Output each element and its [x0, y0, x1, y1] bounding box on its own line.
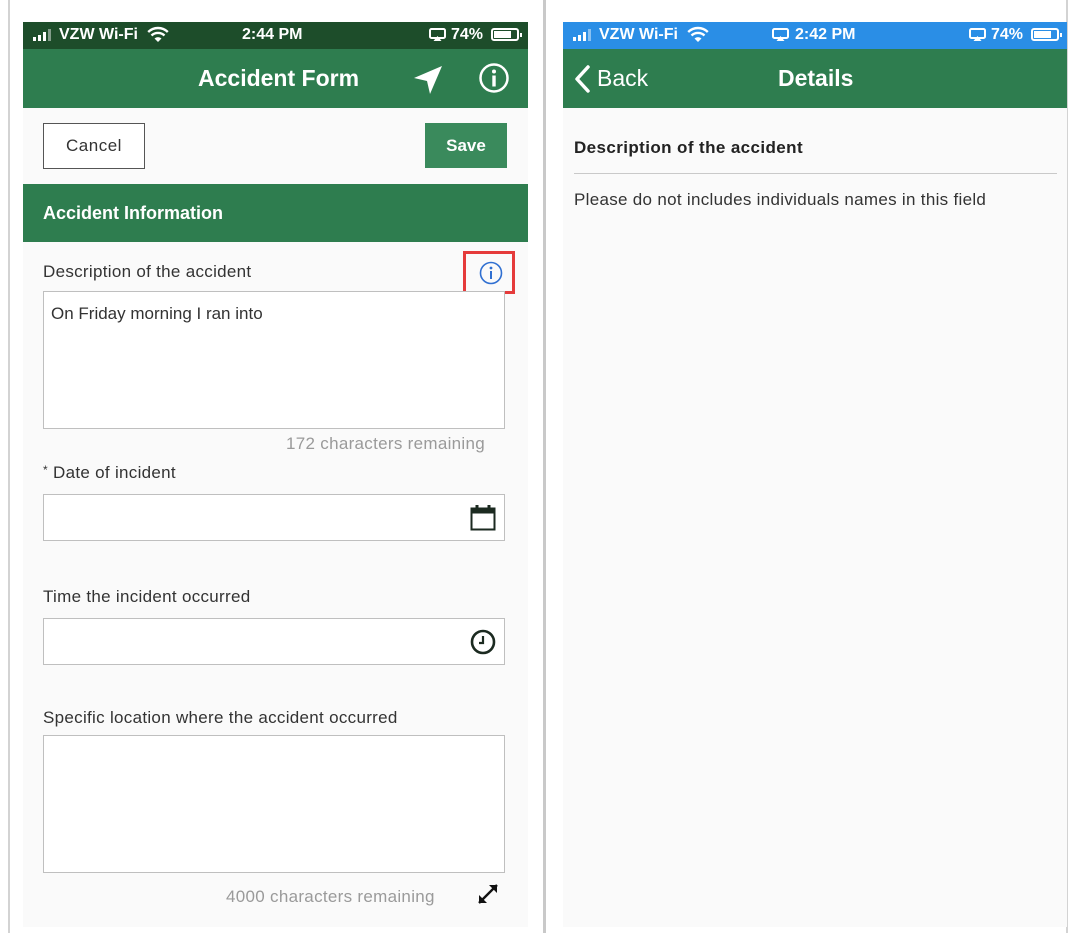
section-header: Accident Information	[23, 184, 528, 242]
location-textarea[interactable]	[43, 735, 505, 873]
description-value: On Friday morning I ran into	[51, 304, 263, 323]
location-arrow-icon[interactable]	[411, 63, 445, 102]
signal-icon	[573, 29, 591, 41]
nav-bar: Back Details	[563, 49, 1067, 108]
clock-icon[interactable]	[470, 629, 496, 660]
signal-icon	[33, 29, 51, 41]
date-label: Date of incident	[53, 463, 176, 482]
screen-mirror-icon	[429, 28, 446, 47]
description-textarea[interactable]: On Friday morning I ran into	[43, 291, 505, 429]
screenshot-divider	[543, 0, 546, 933]
description-counter: 172 characters remaining	[286, 434, 486, 453]
calendar-icon[interactable]	[470, 504, 496, 536]
time-label: Time the incident occurred	[43, 587, 251, 606]
status-time: 2:44 PM	[242, 26, 303, 43]
cancel-button[interactable]: Cancel	[43, 123, 145, 169]
status-bar: VZW Wi-Fi 2:42 PM 74%	[563, 22, 1067, 49]
save-button[interactable]: Save	[425, 123, 507, 168]
battery-percent: 74%	[991, 26, 1024, 43]
page-title: Details	[778, 65, 854, 91]
chevron-left-icon	[573, 65, 591, 98]
time-input[interactable]	[43, 618, 505, 665]
location-counter: 4000 characters remaining	[226, 887, 435, 906]
back-label: Back	[597, 65, 649, 91]
date-input[interactable]	[43, 494, 505, 541]
required-marker: *	[43, 463, 48, 477]
accident-form-screen: VZW Wi-Fi 2:44 PM 74% Accident Form Canc…	[23, 22, 528, 927]
screenshot-border-left	[8, 0, 10, 933]
detail-heading: Description of the accident	[574, 138, 804, 157]
battery-percent: 74%	[451, 26, 484, 43]
divider	[574, 173, 1057, 174]
battery-icon	[491, 28, 523, 42]
field-info-icon[interactable]	[479, 261, 503, 290]
wifi-icon	[147, 26, 169, 48]
expand-icon[interactable]	[475, 881, 501, 912]
carrier-label: VZW Wi-Fi	[59, 26, 138, 43]
wifi-icon	[687, 26, 709, 48]
details-screen: VZW Wi-Fi 2:42 PM 74% Back Details Descr…	[563, 22, 1067, 927]
detail-content	[563, 108, 1067, 927]
page-title: Accident Form	[198, 65, 360, 91]
screen-mirror-icon	[772, 28, 789, 47]
section-title: Accident Information	[43, 203, 224, 223]
nav-bar: Accident Form	[23, 49, 528, 108]
info-circle-icon[interactable]	[478, 62, 510, 99]
detail-text: Please do not includes individuals names…	[574, 190, 987, 209]
location-label: Specific location where the accident occ…	[43, 708, 398, 727]
carrier-label: VZW Wi-Fi	[599, 26, 678, 43]
status-time: 2:42 PM	[795, 26, 856, 43]
status-bar: VZW Wi-Fi 2:44 PM 74%	[23, 22, 528, 49]
screen-mirror-icon	[969, 28, 986, 47]
battery-icon	[1031, 28, 1063, 42]
description-label: Description of the accident	[43, 262, 252, 281]
